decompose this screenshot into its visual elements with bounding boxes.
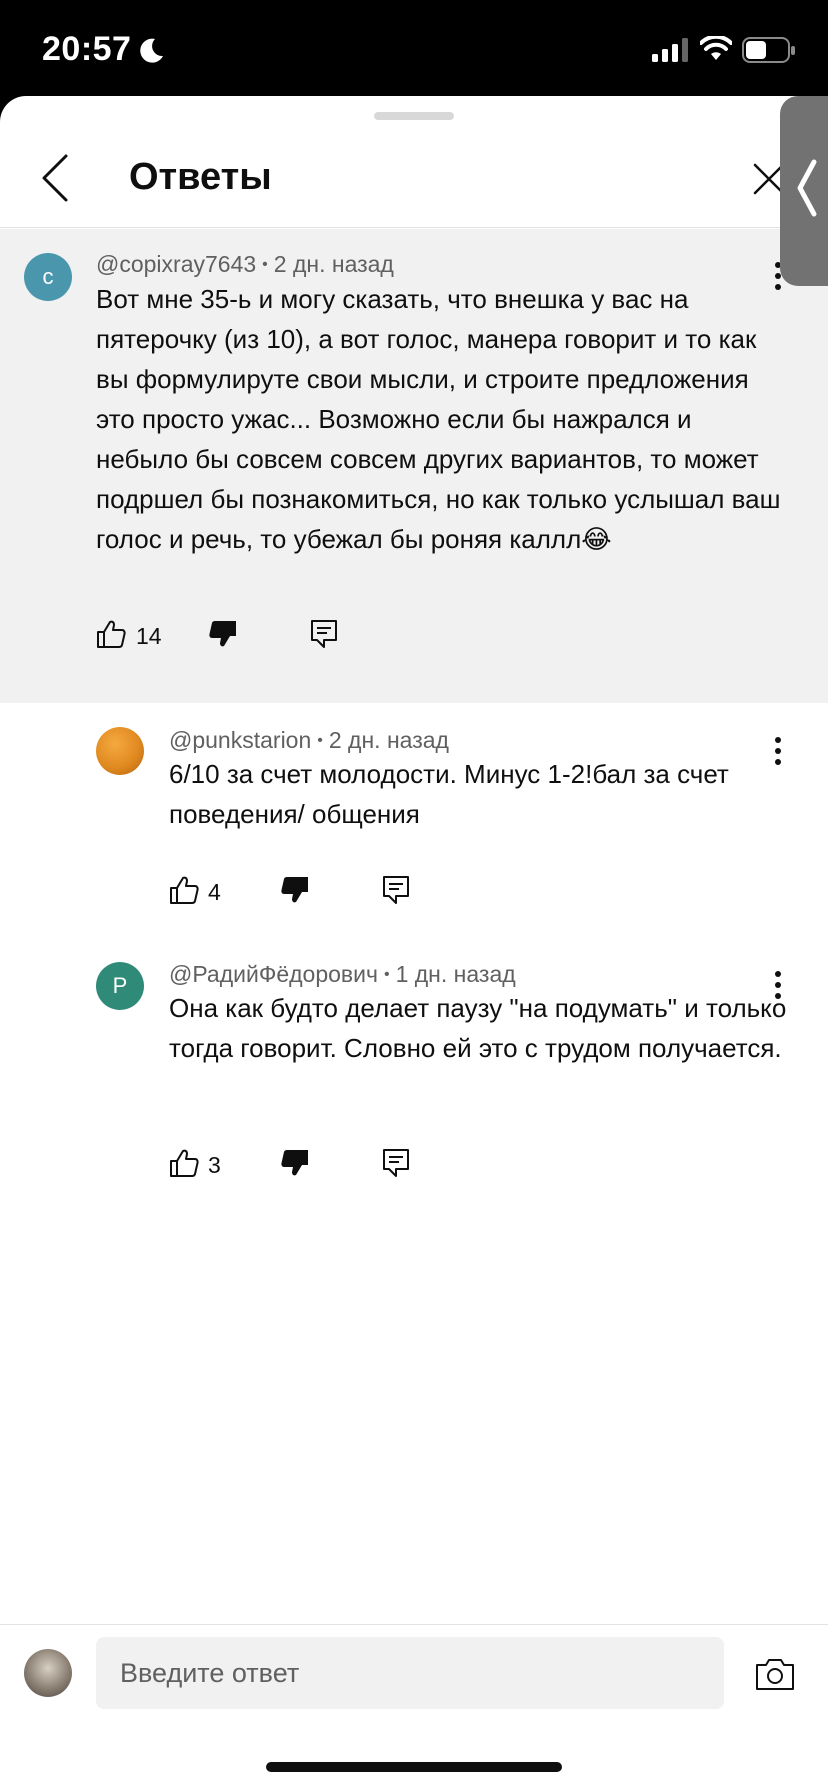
back-icon[interactable] (36, 152, 76, 204)
avatar[interactable]: c (24, 253, 72, 301)
thumb-down-icon[interactable] (280, 875, 310, 905)
home-indicator (266, 1762, 562, 1772)
replies-sheet: Ответы c @copixray7643 • 2 дн. назад Вот м… (0, 96, 828, 1792)
comment-text: Вот мне 35-ь и могу сказать, что внешка … (96, 284, 781, 554)
battery-icon (742, 37, 795, 63)
avatar[interactable] (96, 727, 144, 775)
avatar-letter: c (42, 264, 54, 289)
comment-meta: @РадийФёдорович • 1 дн. назад (169, 961, 516, 988)
like-count: 3 (208, 1152, 221, 1178)
status-time: 20:57 (42, 30, 132, 68)
side-panel-tab[interactable] (780, 96, 828, 286)
comment-meta: @copixray7643 • 2 дн. назад (96, 251, 394, 278)
moon-icon (140, 38, 163, 63)
status-bar: 20:57 (0, 0, 828, 96)
separator-dot: • (383, 966, 390, 983)
thumb-up-icon[interactable] (169, 1148, 199, 1178)
wifi-icon (700, 36, 732, 60)
comment-meta: @punkstarion • 2 дн. назад (169, 727, 449, 754)
sheet-grabber[interactable] (374, 112, 454, 120)
comment-age: 2 дн. назад (328, 727, 449, 753)
chevron-left-icon (797, 159, 817, 217)
separator-dot: • (262, 256, 268, 273)
user-avatar[interactable] (24, 1649, 72, 1697)
thumb-down-icon[interactable] (208, 619, 238, 649)
replies-header: Ответы (0, 126, 828, 228)
comment-author[interactable]: @punkstarion (169, 727, 311, 753)
more-vert-icon[interactable] (772, 736, 784, 766)
thumb-down-icon[interactable] (280, 1148, 310, 1178)
signal-icon (652, 38, 688, 62)
avatar-letter: P (112, 973, 128, 998)
page-title: Ответы (129, 156, 272, 198)
separator-dot: • (317, 732, 323, 749)
thumb-up-icon[interactable] (96, 619, 126, 649)
camera-icon[interactable] (755, 1657, 795, 1691)
parent-comment: c @copixray7643 • 2 дн. назад Вот мне 35-ь… (0, 229, 828, 703)
comment-age: 1 дн. назад (395, 961, 516, 987)
reply-icon[interactable] (382, 875, 410, 905)
reply-input-bar (0, 1624, 828, 1744)
like-count: 14 (136, 623, 162, 649)
reply-icon[interactable] (310, 619, 338, 649)
reply-input[interactable] (96, 1637, 724, 1709)
reply-icon[interactable] (382, 1148, 410, 1178)
like-count: 4 (208, 879, 221, 905)
comment-author[interactable]: @copixray7643 (96, 251, 256, 277)
comment-text: Она как будто делает паузу "на подумать"… (169, 993, 787, 1063)
comment-author[interactable]: @РадийФёдорович (169, 961, 378, 987)
avatar[interactable]: P (96, 962, 144, 1010)
comment-age: 2 дн. назад (273, 251, 394, 277)
comment-text: 6/10 за счет молодости. Минус 1-2!бал за… (169, 759, 729, 829)
thumb-up-icon[interactable] (169, 875, 199, 905)
